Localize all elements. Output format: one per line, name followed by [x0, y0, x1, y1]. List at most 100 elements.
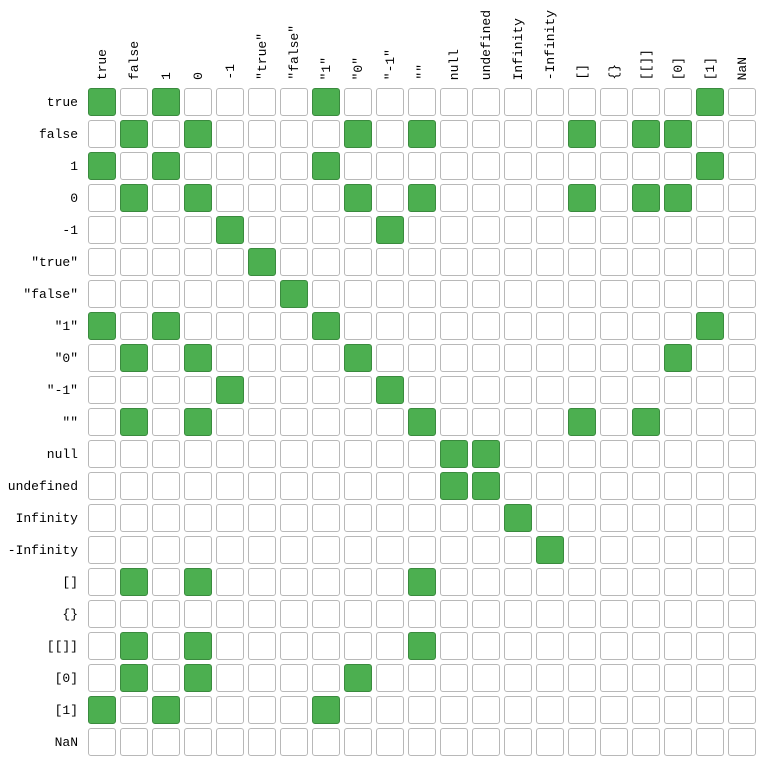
matrix-cell	[440, 248, 468, 276]
column-header: false	[118, 41, 150, 86]
matrix-cell	[280, 280, 308, 308]
matrix-cell	[120, 536, 148, 564]
matrix-cell	[216, 120, 244, 148]
matrix-cell	[536, 120, 564, 148]
matrix-cell	[280, 568, 308, 596]
matrix-cell	[600, 88, 628, 116]
matrix-cell	[664, 472, 692, 500]
matrix-cell	[568, 632, 596, 660]
row-header-label: [1]	[4, 703, 86, 718]
matrix-cell	[664, 408, 692, 436]
matrix-cell	[312, 440, 340, 468]
matrix-cell	[536, 248, 564, 276]
column-header: []	[566, 64, 598, 86]
matrix-cell	[88, 440, 116, 468]
matrix-cell	[472, 280, 500, 308]
matrix-cell	[184, 408, 212, 436]
matrix-cell	[600, 120, 628, 148]
matrix-cell	[120, 504, 148, 532]
matrix-cell	[728, 728, 756, 756]
matrix-cell	[408, 280, 436, 308]
matrix-cell	[312, 184, 340, 212]
matrix-cell	[376, 152, 404, 180]
matrix-cell	[344, 568, 372, 596]
matrix-cell	[568, 88, 596, 116]
matrix-cell	[88, 632, 116, 660]
matrix-cell	[88, 504, 116, 532]
column-header: "1"	[310, 57, 342, 86]
matrix-cell	[664, 88, 692, 116]
column-header-label: Infinity	[511, 18, 526, 80]
table-row: "0"	[4, 342, 768, 374]
matrix-cell	[728, 88, 756, 116]
matrix-cell	[536, 568, 564, 596]
matrix-cell	[728, 280, 756, 308]
matrix-cell	[664, 728, 692, 756]
column-header-label: [0]	[671, 57, 686, 80]
matrix-cell	[472, 568, 500, 596]
matrix-cell	[120, 152, 148, 180]
matrix-cell	[152, 88, 180, 116]
matrix-cell	[728, 600, 756, 628]
matrix-cell	[568, 280, 596, 308]
matrix-cell	[408, 728, 436, 756]
matrix-cell	[120, 248, 148, 276]
matrix-cell	[344, 504, 372, 532]
matrix-cell	[536, 728, 564, 756]
matrix-cell	[216, 440, 244, 468]
column-header-label: false	[127, 41, 142, 80]
matrix-cell	[280, 664, 308, 692]
matrix-cell	[152, 536, 180, 564]
matrix-cell	[312, 696, 340, 724]
matrix-cell	[312, 344, 340, 372]
matrix-cell	[376, 472, 404, 500]
matrix-cell	[344, 440, 372, 468]
table-row: [0]	[4, 662, 768, 694]
matrix-cell	[152, 504, 180, 532]
matrix-cell	[184, 280, 212, 308]
matrix-cell	[504, 696, 532, 724]
matrix-cell	[184, 472, 212, 500]
matrix-cell	[216, 600, 244, 628]
matrix-cell	[504, 344, 532, 372]
matrix-cell	[472, 504, 500, 532]
matrix-cell	[568, 248, 596, 276]
matrix-cell	[504, 312, 532, 340]
matrix-cell	[280, 216, 308, 244]
matrix-cell	[568, 600, 596, 628]
matrix-cell	[600, 184, 628, 212]
matrix-cell	[184, 440, 212, 468]
matrix-cell	[376, 248, 404, 276]
matrix-cell	[664, 440, 692, 468]
matrix-cell	[568, 728, 596, 756]
table-row: NaN	[4, 726, 768, 758]
column-header: {}	[598, 64, 630, 86]
column-headers: truefalse10-1"true""false""1""0""-1"""nu…	[4, 4, 768, 86]
table-row: []	[4, 566, 768, 598]
matrix-cell	[408, 664, 436, 692]
matrix-cell	[600, 440, 628, 468]
matrix-cell	[472, 248, 500, 276]
row-header-label: []	[4, 575, 86, 590]
matrix-cell	[344, 184, 372, 212]
matrix-cell	[696, 664, 724, 692]
matrix-cell	[312, 120, 340, 148]
table-row: null	[4, 438, 768, 470]
matrix-cell	[376, 728, 404, 756]
matrix-cell	[376, 376, 404, 404]
matrix-cell	[696, 568, 724, 596]
matrix-cell	[504, 440, 532, 468]
matrix-cell	[408, 632, 436, 660]
matrix-cell	[88, 88, 116, 116]
matrix-cell	[568, 120, 596, 148]
matrix-cell	[280, 504, 308, 532]
matrix-cell	[152, 664, 180, 692]
matrix-cell	[88, 536, 116, 564]
matrix-cell	[632, 568, 660, 596]
matrix-cell	[280, 312, 308, 340]
matrix-cell	[600, 344, 628, 372]
matrix-cell	[600, 536, 628, 564]
matrix-cell	[696, 312, 724, 340]
matrix-cell	[88, 248, 116, 276]
matrix-cell	[344, 344, 372, 372]
